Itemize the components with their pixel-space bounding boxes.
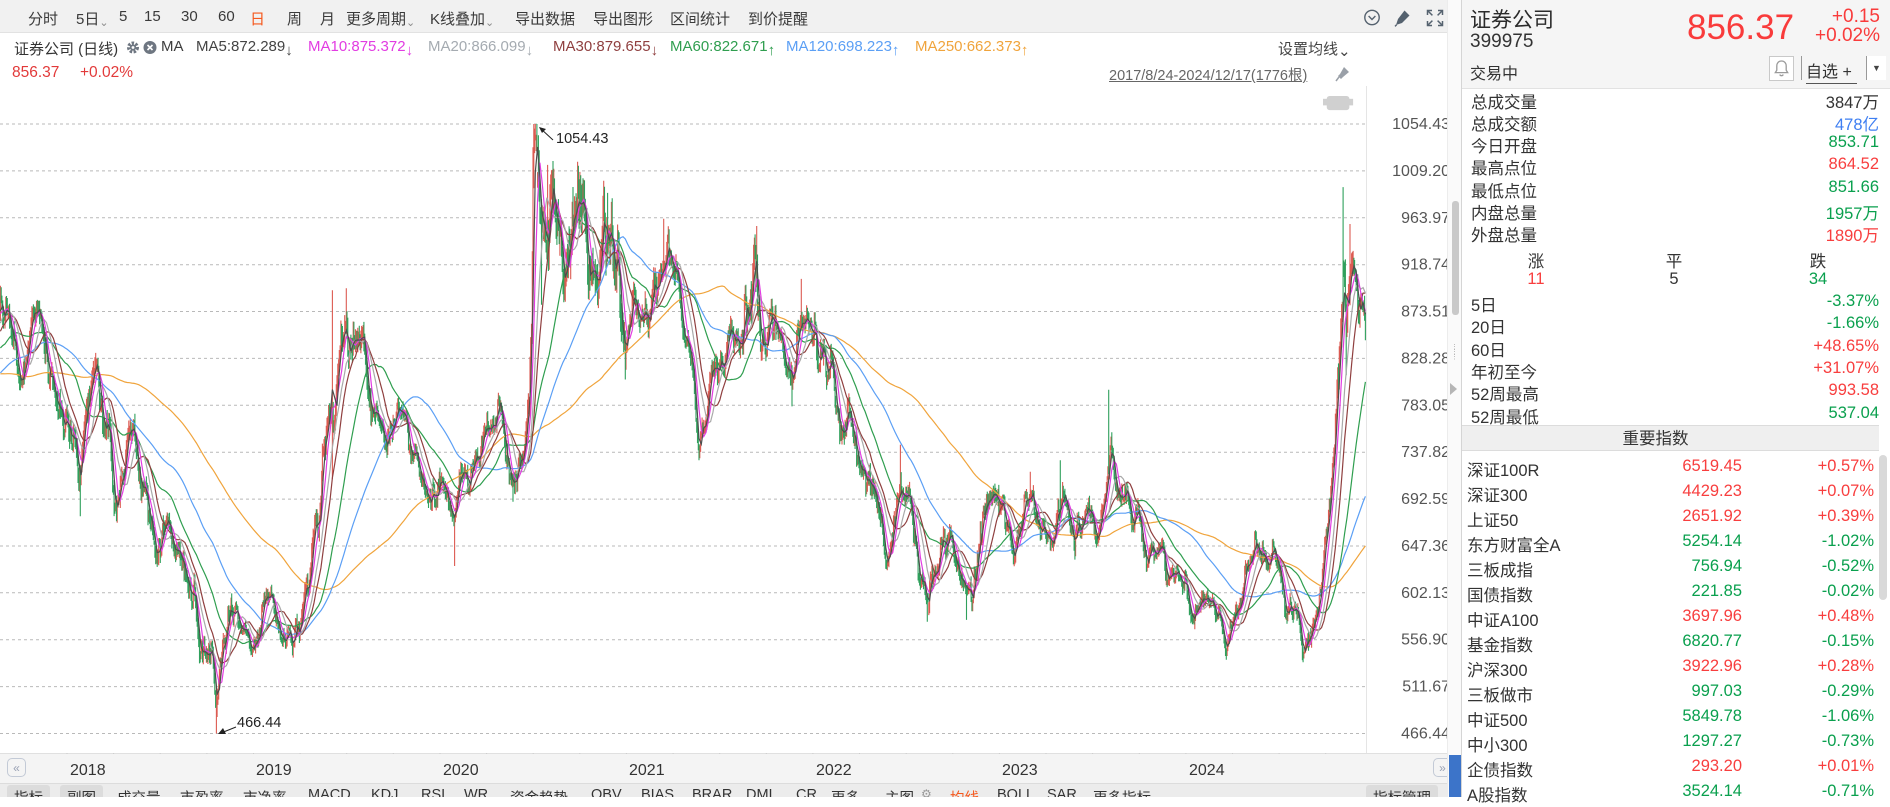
svg-text:511.67: 511.67 [1402,679,1447,696]
svg-text:918.74: 918.74 [1401,257,1447,274]
svg-text:647.36: 647.36 [1401,538,1447,555]
svg-text:692.59: 692.59 [1401,491,1447,508]
svg-text:737.82: 737.82 [1401,444,1447,461]
svg-text:828.28: 828.28 [1401,350,1447,367]
svg-text:556.90: 556.90 [1401,632,1447,649]
svg-text:466.44: 466.44 [237,715,281,731]
svg-text:602.13: 602.13 [1401,585,1447,602]
svg-text:873.51: 873.51 [1401,304,1447,321]
svg-text:1054.43: 1054.43 [556,131,608,147]
svg-text:963.97: 963.97 [1401,210,1447,227]
svg-text:1054.43: 1054.43 [1392,116,1447,133]
svg-text:1009.20: 1009.20 [1392,163,1447,180]
svg-text:466.44: 466.44 [1401,726,1447,743]
svg-text:783.05: 783.05 [1401,397,1447,414]
